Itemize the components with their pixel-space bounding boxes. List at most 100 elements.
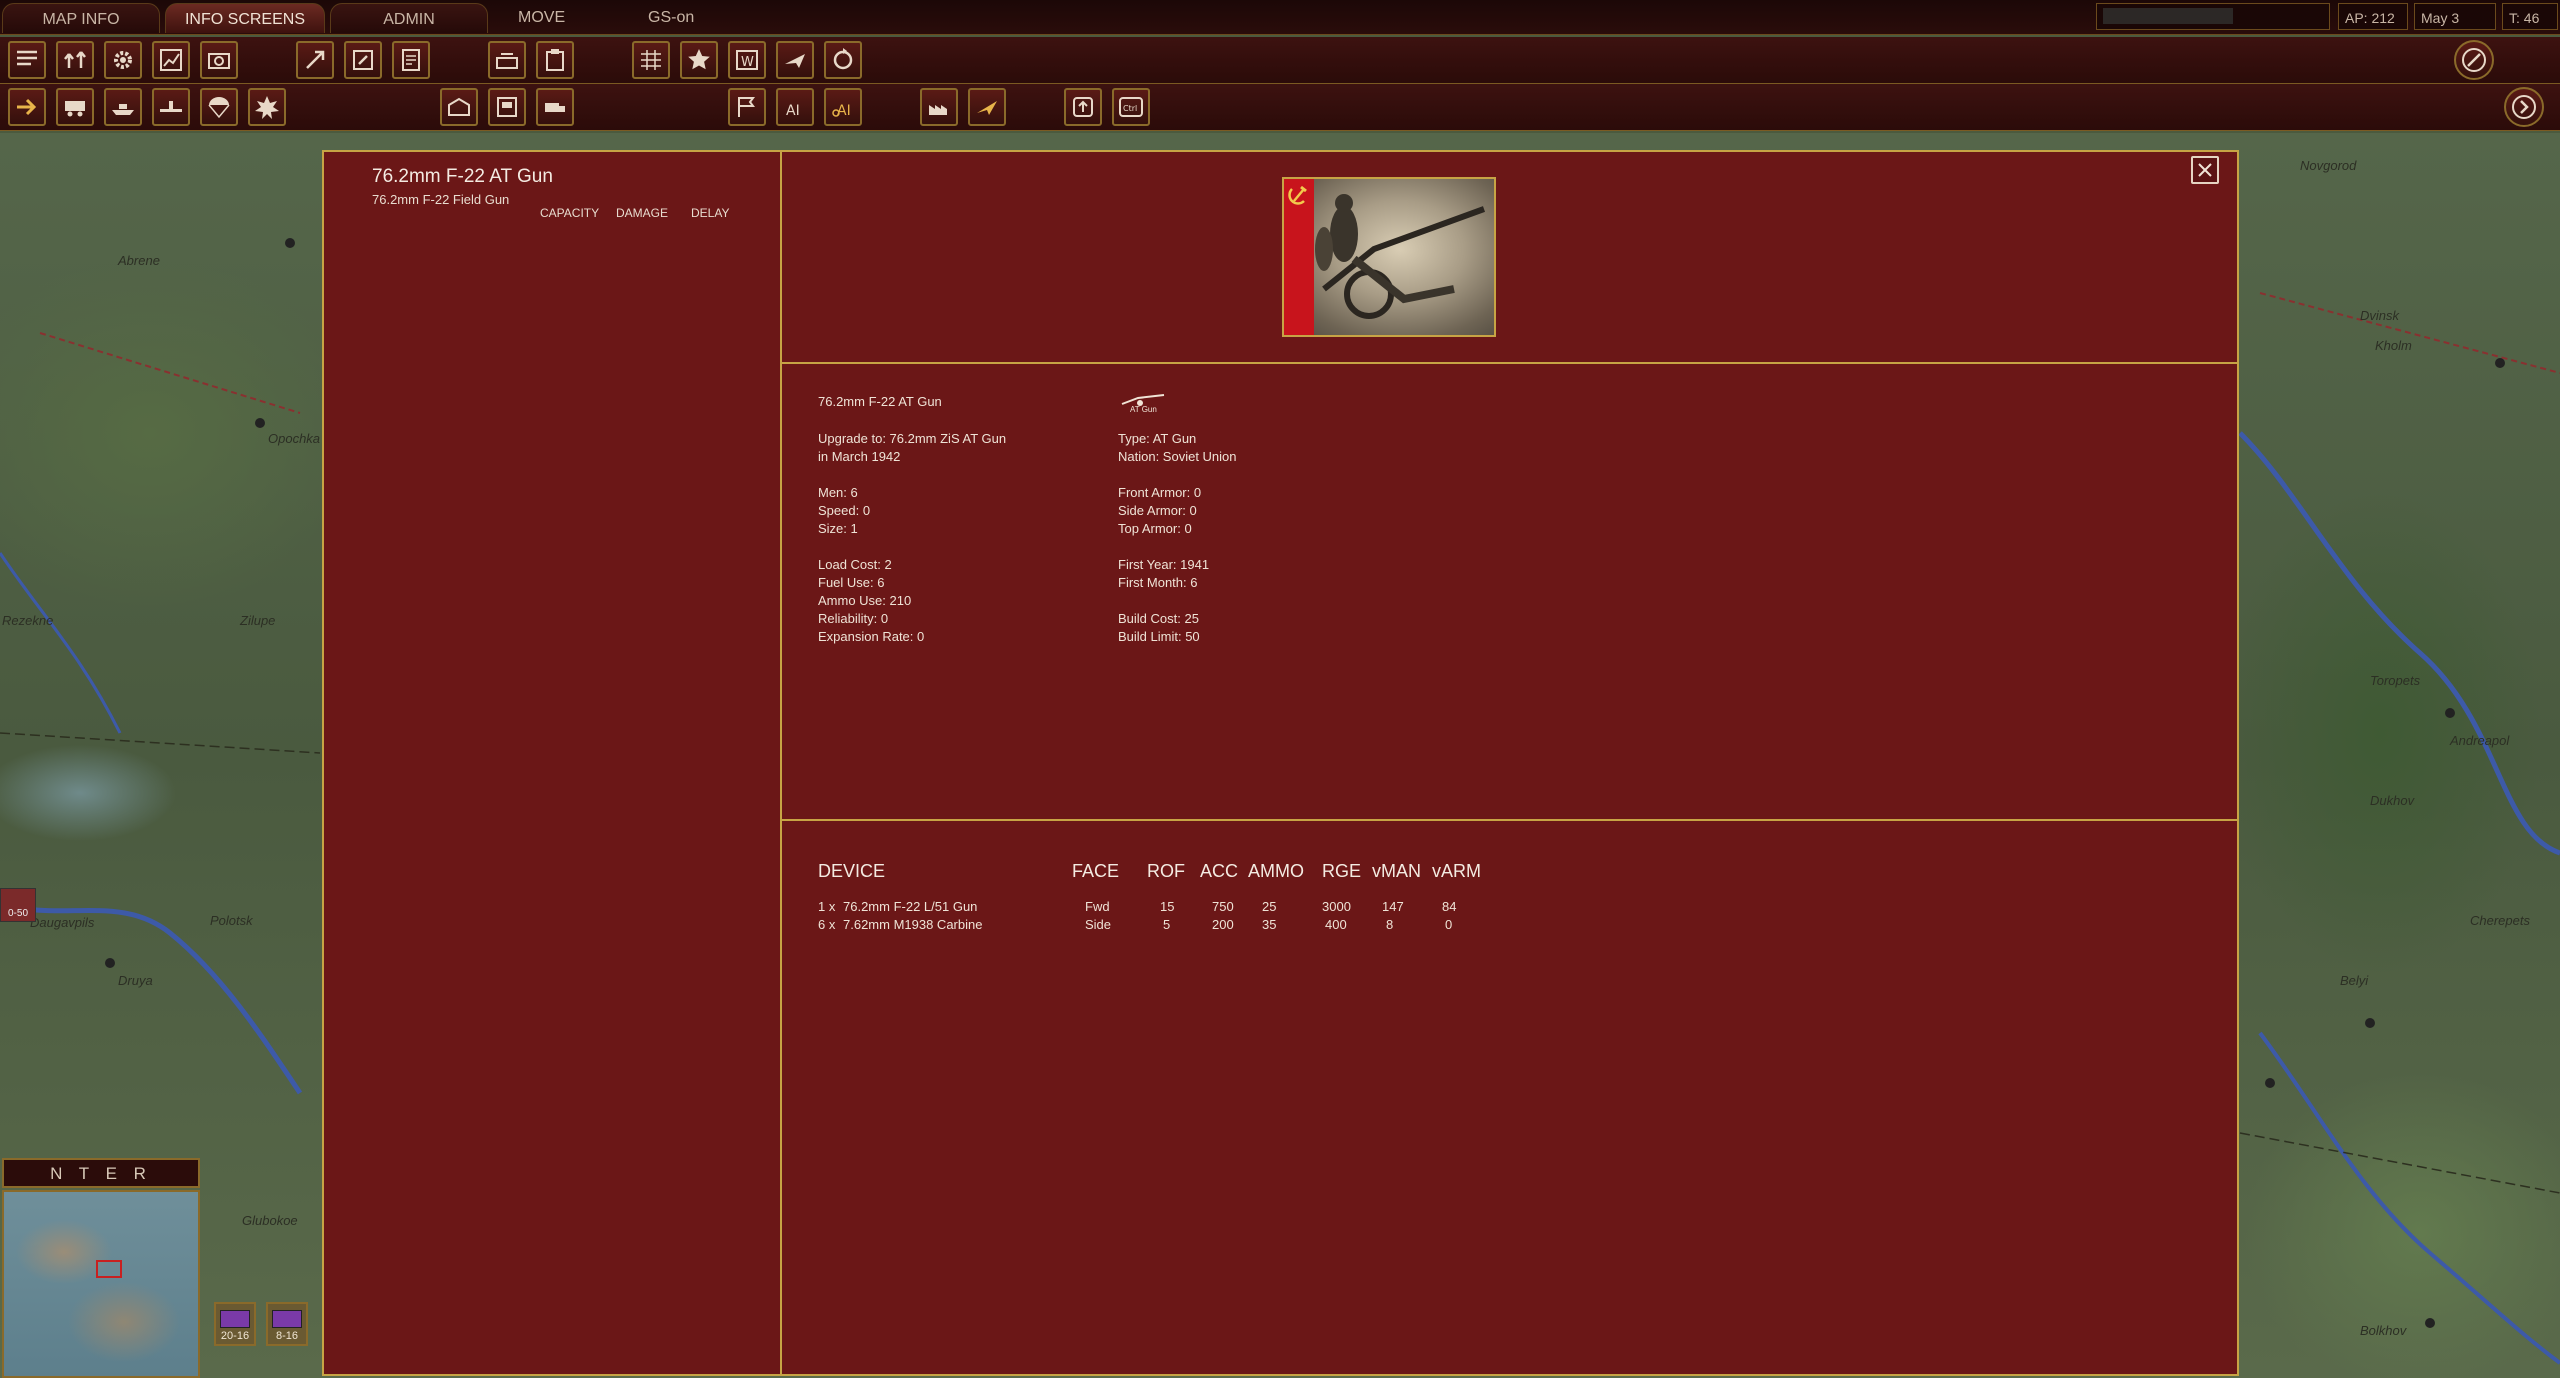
chart-icon: [160, 49, 182, 71]
first-month-stat: First Month: 6: [1118, 575, 1198, 590]
size-stat: Size: 1: [818, 521, 858, 536]
upgrade-date: in March 1942: [818, 449, 901, 464]
unit-info-panel: 76.2mm F-22 AT Gun 76.2mm F-22 Field Gun…: [322, 150, 2239, 1376]
replay-button[interactable]: [824, 41, 862, 79]
truck-icon: [545, 103, 565, 112]
move-arrow-button[interactable]: [8, 88, 46, 126]
minimap[interactable]: [2, 1190, 200, 1378]
reinforce-button[interactable]: [56, 41, 94, 79]
tab-map-info[interactable]: MAP INFO: [2, 3, 160, 33]
document-button[interactable]: [392, 41, 430, 79]
list-icon: [17, 50, 37, 66]
device-ammo: 35: [1262, 917, 1277, 932]
tab-info-screens[interactable]: INFO SCREENS: [165, 3, 325, 33]
town-label: Andreapol: [2450, 733, 2510, 748]
device-name: 76.2mm F-22 L/51 Gun: [843, 899, 978, 914]
flag-button[interactable]: [728, 88, 766, 126]
delay-header: DELAY: [691, 206, 730, 220]
replay-icon: [833, 48, 853, 70]
victory-button[interactable]: [680, 41, 718, 79]
production-button[interactable]: [920, 88, 958, 126]
town-label: Glubokoe: [242, 1213, 298, 1228]
map-unit-counter[interactable]: 0-50: [0, 888, 36, 922]
unit-photo-area: [782, 152, 2237, 364]
ai-settings-icon: AI: [832, 103, 851, 119]
report-button[interactable]: [8, 41, 46, 79]
device-ammo: 25: [1262, 899, 1277, 914]
depot-icon: [448, 97, 470, 116]
weather-icon: W: [736, 50, 758, 70]
hq-button[interactable]: [488, 88, 526, 126]
unit-summary-column: 76.2mm F-22 AT Gun 76.2mm F-22 Field Gun…: [324, 152, 782, 1374]
acc-header: ACC: [1200, 861, 1239, 881]
boat-icon: [160, 101, 182, 112]
move-menu[interactable]: MOVE: [518, 0, 565, 34]
expand-icon: [306, 50, 325, 69]
settings-button[interactable]: [104, 41, 142, 79]
gs-toggle[interactable]: GS-on: [648, 0, 694, 34]
device-face: Fwd: [1085, 899, 1110, 914]
town-label: Abrene: [118, 253, 160, 268]
at-gun-icon-label: AT Gun: [1130, 405, 1157, 414]
minimap-viewport[interactable]: [96, 1260, 122, 1278]
unit-counter[interactable]: 20-16: [214, 1302, 256, 1346]
scroll-up-button[interactable]: [1064, 88, 1102, 126]
tab-admin[interactable]: ADMIN: [330, 3, 488, 33]
supply-button[interactable]: [536, 88, 574, 126]
close-button[interactable]: [2191, 156, 2219, 184]
airborne-button[interactable]: [200, 88, 238, 126]
device-qty: 1 x: [818, 899, 836, 914]
weather-button[interactable]: W: [728, 41, 766, 79]
clipboard-icon: [546, 49, 564, 71]
unit-list-button[interactable]: [488, 41, 526, 79]
town-label: Opochka: [268, 431, 321, 446]
map-grid-button[interactable]: [632, 41, 670, 79]
rail-button[interactable]: [56, 88, 94, 126]
ctrl-button[interactable]: Ctrl: [1112, 88, 1150, 126]
ai-settings-button[interactable]: AI: [824, 88, 862, 126]
next-button[interactable]: [2504, 87, 2544, 127]
at-gun-photo-icon: [1315, 194, 1486, 319]
infantry-symbol-icon: [272, 1310, 302, 1328]
edit-button[interactable]: [344, 41, 382, 79]
plane-icon: [785, 54, 805, 68]
svg-text:W: W: [741, 55, 754, 70]
train-icon: [65, 101, 85, 117]
close-icon: [2198, 163, 2212, 177]
hq-icon: [497, 97, 517, 117]
arrows-up-icon: [64, 51, 86, 68]
device-rge: 400: [1325, 917, 1347, 932]
toolbar-secondary: AI AI Ctrl: [0, 84, 2560, 131]
action-points: AP: 212: [2338, 3, 2408, 30]
ai-button[interactable]: AI: [776, 88, 814, 126]
air-mission-icon: [977, 101, 997, 115]
compass-button[interactable]: [2454, 40, 2494, 80]
fuel-use-stat: Fuel Use: 6: [818, 575, 885, 590]
camera-icon: [208, 53, 230, 69]
unit-counter[interactable]: 8-16: [266, 1302, 308, 1346]
combat-button[interactable]: [248, 88, 286, 126]
rof-header: ROF: [1147, 861, 1185, 881]
ctrl-key-icon: Ctrl: [1119, 97, 1143, 117]
chart-button[interactable]: [152, 41, 190, 79]
men-stat: Men: 6: [818, 485, 858, 500]
orders-button[interactable]: [536, 41, 574, 79]
depot-button[interactable]: [440, 88, 478, 126]
device-table: DEVICE FACE ROF ACC AMMO RGE vMAN vARM 1…: [782, 821, 2237, 1374]
town-label: Rezekne: [2, 613, 54, 628]
capacity-header: CAPACITY: [540, 206, 600, 220]
units-icon: [496, 53, 518, 69]
device-rof: 15: [1160, 899, 1175, 914]
upgrade-to[interactable]: Upgrade to: 76.2mm ZiS AT Gun: [818, 431, 1006, 446]
device-rge: 3000: [1322, 899, 1351, 914]
air-button[interactable]: [776, 41, 814, 79]
build-limit-stat: Build Limit: 50: [1118, 629, 1200, 644]
expand-button[interactable]: [296, 41, 334, 79]
air-missions-button[interactable]: [968, 88, 1006, 126]
screenshot-button[interactable]: [200, 41, 238, 79]
infantry-symbol-icon: [220, 1310, 250, 1328]
naval-button[interactable]: [104, 88, 142, 126]
sea-transport-button[interactable]: [152, 88, 190, 126]
flag-icon: [738, 97, 755, 117]
load-cost-stat: Load Cost: 2: [818, 557, 892, 572]
